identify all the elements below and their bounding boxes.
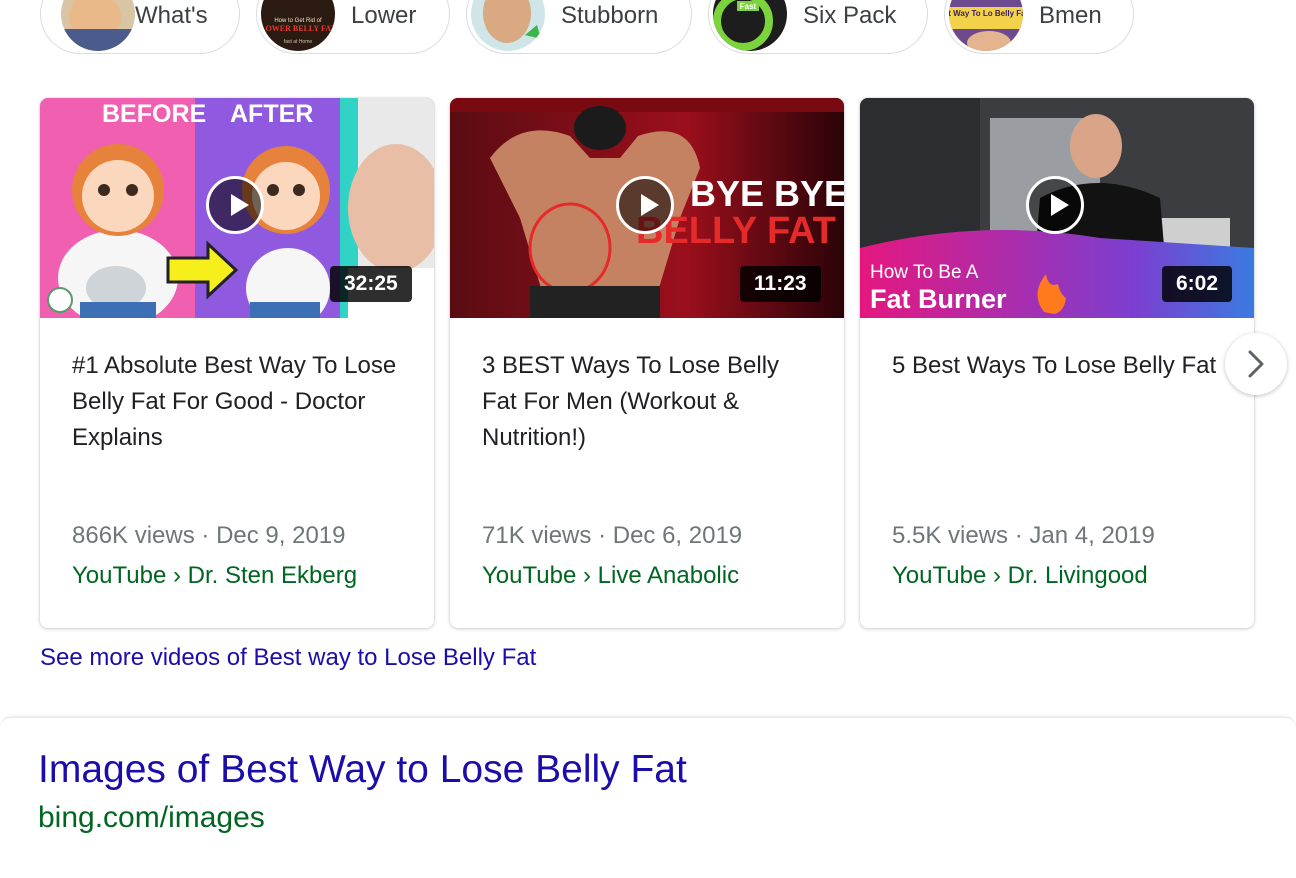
video-date: Jan 4, 2019 bbox=[1029, 522, 1155, 549]
chip-label: Bmen bbox=[1039, 2, 1102, 29]
play-icon[interactable] bbox=[1026, 176, 1084, 234]
thumb-after-text: AFTER bbox=[230, 100, 313, 128]
video-source[interactable]: YouTube › Dr. Sten Ekberg bbox=[72, 562, 357, 590]
source-site: YouTube bbox=[892, 562, 987, 589]
see-more-videos-link[interactable]: See more videos of Best way to Lose Bell… bbox=[40, 644, 536, 672]
video-duration: 6:02 bbox=[1162, 266, 1233, 302]
video-card[interactable]: How To Be A Fat Burner 6:02 5 Best Ways … bbox=[860, 98, 1254, 628]
chip-thumb-text: st Way To Lo Belly Fat bbox=[949, 9, 1023, 18]
chip-thumbnail: Fast bbox=[713, 0, 787, 51]
thumb-line2: Fat Burner bbox=[870, 284, 1007, 314]
source-channel: Dr. Sten Ekberg bbox=[187, 562, 358, 589]
chip-label: Stubborn bbox=[561, 2, 659, 29]
chip-thumbnail bbox=[471, 0, 545, 51]
images-section-url[interactable]: bing.com/images bbox=[38, 801, 265, 835]
video-meta: 5.5K views · Jan 4, 2019 bbox=[892, 522, 1155, 550]
video-card[interactable]: BYE BYE BELLY FAT 11:23 3 BEST Ways To L… bbox=[450, 98, 844, 628]
source-channel: Live Anabolic bbox=[597, 562, 740, 589]
images-section-heading[interactable]: Images of Best Way to Lose Belly Fat bbox=[38, 748, 687, 792]
chip-stubborn[interactable]: Stubborn bbox=[466, 0, 692, 54]
chip-label: Six Pack bbox=[803, 2, 897, 29]
source-channel: Dr. Livingood bbox=[1007, 562, 1148, 589]
video-title[interactable]: 3 BEST Ways To Lose Belly Fat For Men (W… bbox=[482, 348, 812, 456]
video-views: 71K views bbox=[482, 522, 592, 549]
meta-separator: · bbox=[201, 522, 210, 549]
video-meta: 866K views · Dec 9, 2019 bbox=[72, 522, 346, 550]
meta-separator: · bbox=[1014, 522, 1023, 549]
video-views: 866K views bbox=[72, 522, 195, 549]
chevron-right-icon bbox=[1248, 350, 1264, 378]
chip-thumb-footer: fast at Home bbox=[284, 39, 313, 45]
thumb-line1: How To Be A bbox=[870, 262, 979, 283]
video-thumbnail[interactable]: How To Be A Fat Burner 6:02 bbox=[860, 98, 1254, 318]
breadcrumb-separator: › bbox=[172, 562, 181, 589]
video-card[interactable]: BEFORE AFTER 32:25 #1 Absolute Best Way … bbox=[40, 98, 434, 628]
video-thumbnail[interactable]: BYE BYE BELLY FAT 11:23 bbox=[450, 98, 844, 318]
video-source[interactable]: YouTube › Live Anabolic bbox=[482, 562, 739, 590]
chip-thumbnail: How to Get Rid of LOWER BELLY FAT fast a… bbox=[261, 0, 335, 51]
chip-whats[interactable]: What's bbox=[40, 0, 240, 54]
video-duration: 32:25 bbox=[330, 266, 412, 302]
source-site: YouTube bbox=[482, 562, 577, 589]
video-date: Dec 6, 2019 bbox=[612, 522, 743, 549]
video-date: Dec 9, 2019 bbox=[216, 522, 346, 549]
chip-thumb-text: LOWER BELLY FAT bbox=[261, 24, 335, 33]
breadcrumb-separator: › bbox=[992, 562, 1001, 589]
chip-bmen[interactable]: st Way To Lo Belly Fat Bmen bbox=[944, 0, 1134, 54]
video-duration: 11:23 bbox=[740, 266, 821, 302]
chip-six-pack[interactable]: Fast Six Pack bbox=[708, 0, 928, 54]
video-title[interactable]: #1 Absolute Best Way To Lose Belly Fat F… bbox=[72, 348, 402, 456]
chip-thumbnail: st Way To Lo Belly Fat bbox=[949, 0, 1023, 51]
video-meta: 71K views · Dec 6, 2019 bbox=[482, 522, 742, 550]
video-source[interactable]: YouTube › Dr. Livingood bbox=[892, 562, 1148, 590]
chip-thumb-text: Fast bbox=[740, 2, 757, 11]
video-title[interactable]: 5 Best Ways To Lose Belly Fat bbox=[892, 348, 1222, 384]
video-views: 5.5K views bbox=[892, 522, 1009, 549]
carousel-next-button[interactable] bbox=[1225, 333, 1287, 395]
breadcrumb-separator: › bbox=[582, 562, 591, 589]
play-icon[interactable] bbox=[206, 176, 264, 234]
source-site: YouTube bbox=[72, 562, 167, 589]
play-icon[interactable] bbox=[616, 176, 674, 234]
chip-label: What's bbox=[135, 2, 208, 29]
section-divider bbox=[0, 716, 1296, 878]
thumb-line1: BYE BYE bbox=[690, 173, 844, 214]
thumb-before-text: BEFORE bbox=[102, 100, 206, 128]
meta-separator: · bbox=[598, 522, 607, 549]
chip-lower[interactable]: How to Get Rid of LOWER BELLY FAT fast a… bbox=[256, 0, 450, 54]
chip-thumbnail bbox=[61, 0, 135, 51]
video-thumbnail[interactable]: BEFORE AFTER 32:25 bbox=[40, 98, 434, 318]
chip-label: Lower bbox=[351, 2, 417, 29]
